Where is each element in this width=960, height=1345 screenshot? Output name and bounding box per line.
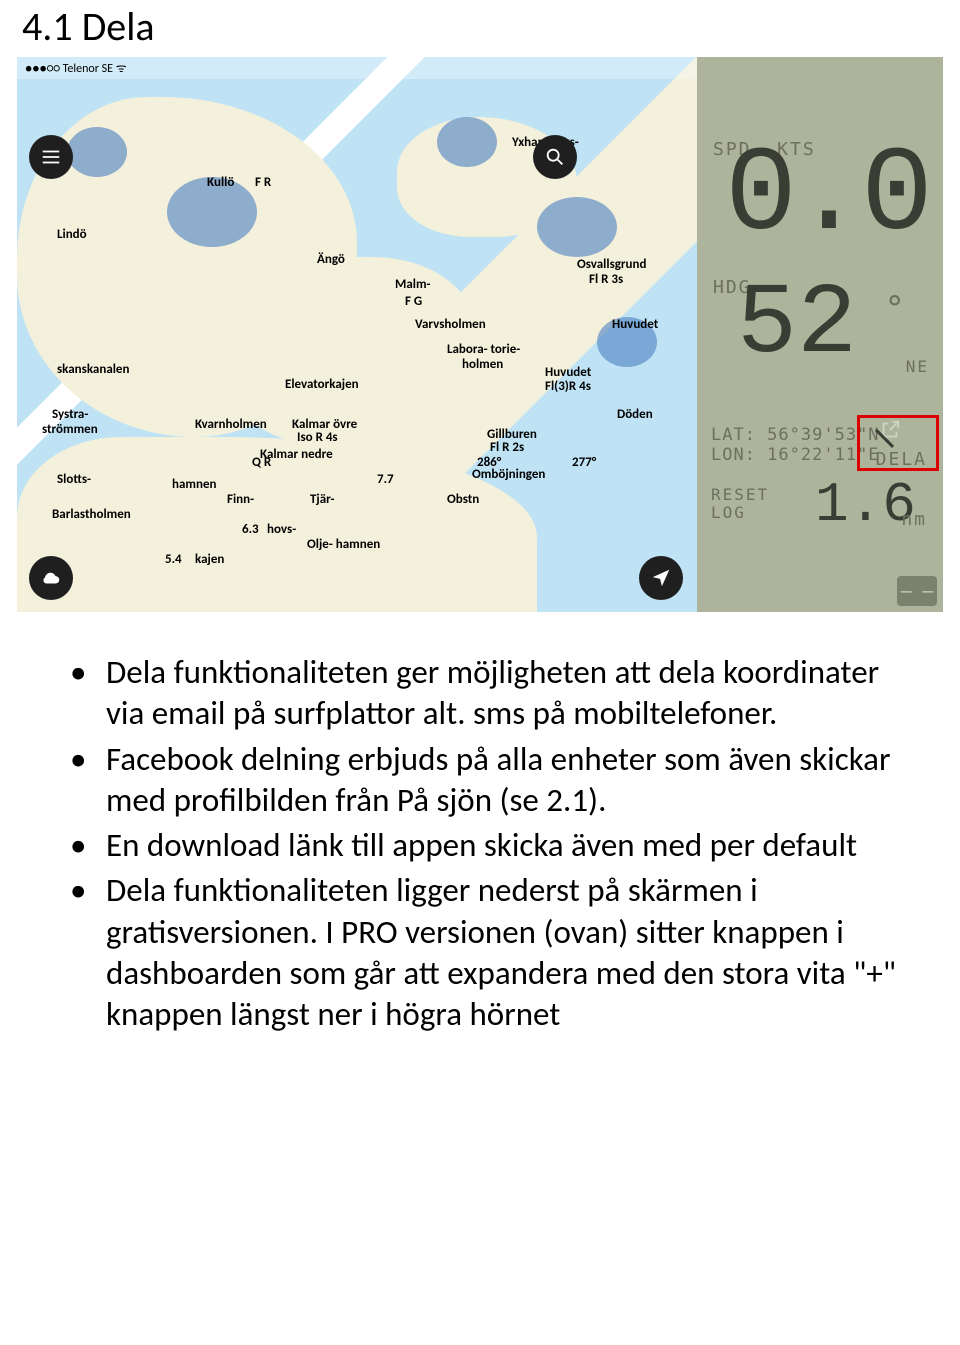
bullet-item: Dela funktionaliteten ger möjligheten at…: [68, 652, 910, 735]
water-spot: [67, 127, 127, 177]
menu-button[interactable]: [29, 135, 73, 179]
chart-label: Ängö: [317, 252, 345, 267]
chart-label: Kalmar nedre: [260, 447, 333, 462]
chart-label: Lindö: [57, 227, 87, 242]
water-spot: [537, 197, 617, 257]
chart-label: Barlastholmen: [52, 507, 131, 522]
chart-label: F G: [405, 294, 422, 309]
cloud-icon: [40, 567, 62, 589]
chart-label: skanskanalen: [57, 362, 129, 377]
reset-label[interactable]: RESET: [711, 485, 769, 504]
share-label: DELA: [876, 449, 927, 470]
chart-label: kajen: [195, 552, 224, 567]
chart-label: strömmen: [42, 422, 98, 437]
chart-label: Systra-: [52, 407, 88, 422]
latitude-value: LAT: 56°39'53"N: [711, 425, 880, 445]
search-button[interactable]: [533, 135, 577, 179]
chart-label: Huvudet: [612, 317, 658, 332]
app-screenshot: LindöKullöF RÄngöMalm-F GYxhammars-Varvs…: [17, 57, 943, 612]
chart-label: 277°: [572, 455, 596, 470]
chart-label: Omböjningen: [472, 467, 545, 482]
chart-label: Osvallsgrund: [577, 257, 646, 272]
chart-label: Finn-: [227, 492, 254, 507]
chart-label: Varvsholmen: [415, 317, 486, 332]
chart-label: Malm-: [395, 277, 431, 292]
cloud-button[interactable]: [29, 556, 73, 600]
chart-label: Obstn: [447, 492, 479, 507]
nautical-chart[interactable]: LindöKullöF RÄngöMalm-F GYxhammars-Varvs…: [17, 57, 697, 612]
carrier-label: ●●●○○ Telenor SE ᯤ: [25, 59, 127, 77]
chart-label: Huvudet: [545, 365, 591, 380]
location-arrow-icon: [650, 567, 672, 589]
dashboard-panel: SPD. KTS 0.0 HDG 52 ° NE LAT: 56°39'53"N…: [697, 57, 943, 612]
expand-button[interactable]: – –: [897, 576, 937, 606]
longitude-value: LON: 16°22'11"E: [711, 445, 880, 465]
chart-label: Olje- hamnen: [307, 537, 380, 552]
bullet-item: En download länk till appen skicka även …: [68, 825, 910, 866]
chart-label: Iso R 4s: [297, 430, 338, 445]
chart-label: hamnen: [172, 477, 216, 492]
chart-label: Elevatorkajen: [285, 377, 359, 392]
section-heading: 4.1 Dela: [0, 0, 960, 57]
bullet-item: Dela funktionaliteten ligger nederst på …: [68, 870, 910, 1035]
chart-label: Fl R 3s: [589, 272, 623, 287]
chart-label: Kvarnholmen: [195, 417, 267, 432]
speed-value: 0.0: [725, 129, 929, 265]
chart-label: Döden: [617, 407, 653, 422]
chart-label: 5.4: [165, 552, 182, 567]
log-unit: nm: [901, 509, 927, 530]
chart-label: hovs-: [267, 522, 296, 537]
search-icon: [544, 146, 566, 168]
menu-icon: [40, 146, 62, 168]
chart-label: holmen: [462, 357, 503, 372]
log-label: LOG: [711, 503, 746, 522]
chart-label: F R: [255, 175, 271, 190]
chart-label: 7.7: [377, 472, 394, 487]
bullet-list: Dela funktionaliteten ger möjligheten at…: [0, 622, 960, 1035]
water-spot: [437, 117, 497, 167]
heading-value: 52: [737, 269, 857, 382]
chart-label: Fl(3)R 4s: [545, 379, 591, 394]
chart-label: Kullö: [207, 175, 234, 190]
chart-label: Labora- torie-: [447, 342, 520, 357]
chart-label: Slotts-: [57, 472, 91, 487]
heading-direction: NE: [906, 357, 929, 376]
bullet-item: Facebook delning erbjuds på alla enheter…: [68, 739, 910, 822]
chart-label: Tjär-: [310, 492, 335, 507]
recenter-button[interactable]: [639, 556, 683, 600]
chart-label: Fl R 2s: [490, 440, 524, 455]
chart-label: 6.3: [242, 522, 259, 537]
heading-degree: °: [885, 289, 907, 329]
